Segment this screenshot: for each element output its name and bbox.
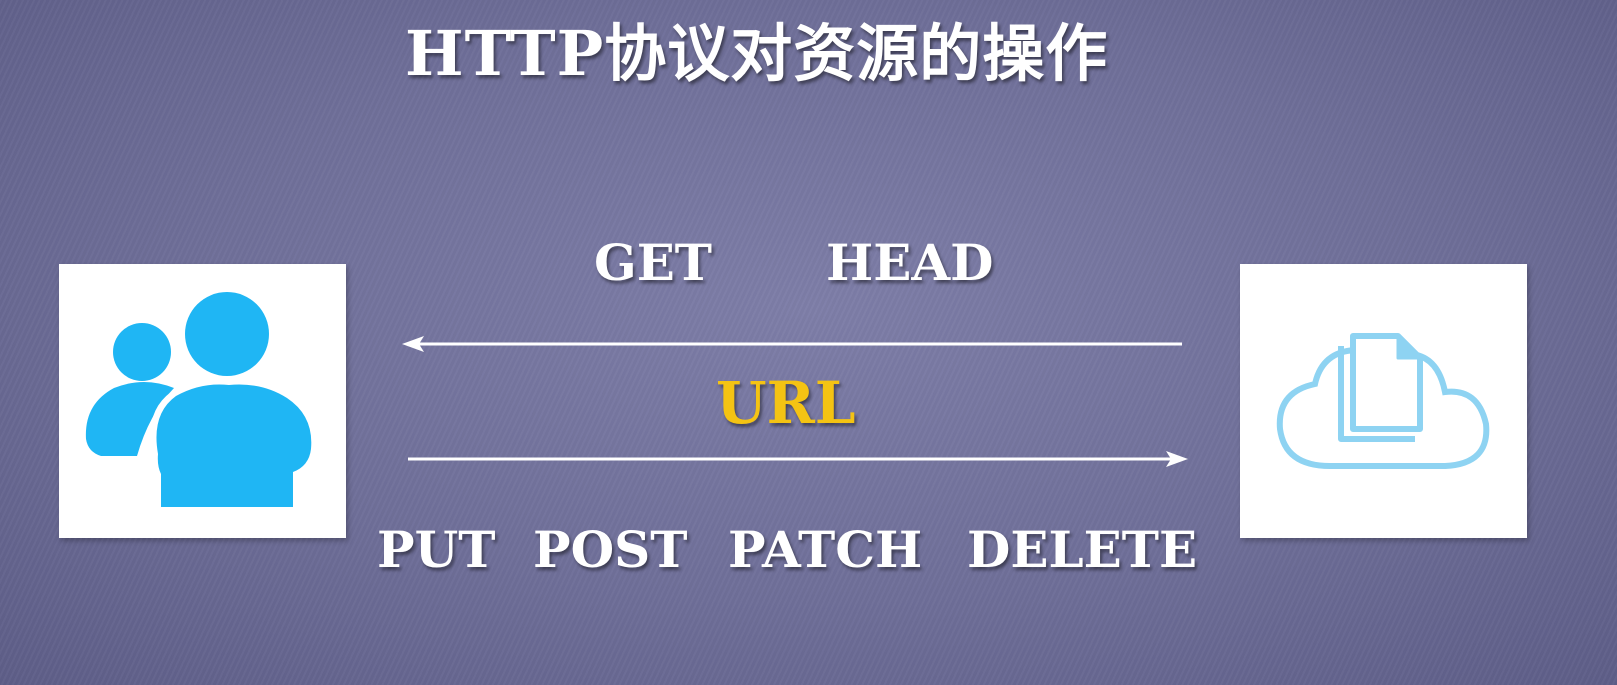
client-box bbox=[59, 264, 346, 538]
left-arrow bbox=[402, 336, 1182, 352]
method-post: POST bbox=[533, 520, 688, 579]
users-icon bbox=[85, 288, 318, 512]
method-get: GET bbox=[594, 233, 713, 292]
method-head: HEAD bbox=[826, 233, 994, 292]
method-delete: DELETE bbox=[967, 520, 1198, 579]
cloud-documents-icon bbox=[1276, 333, 1490, 469]
server-box bbox=[1240, 264, 1527, 538]
slide-title: HTTP协议对资源的操作 bbox=[405, 17, 1109, 90]
right-arrow bbox=[408, 451, 1188, 467]
url-label: URL bbox=[716, 369, 856, 437]
method-patch: PATCH bbox=[728, 520, 923, 579]
method-put: PUT bbox=[377, 520, 496, 579]
